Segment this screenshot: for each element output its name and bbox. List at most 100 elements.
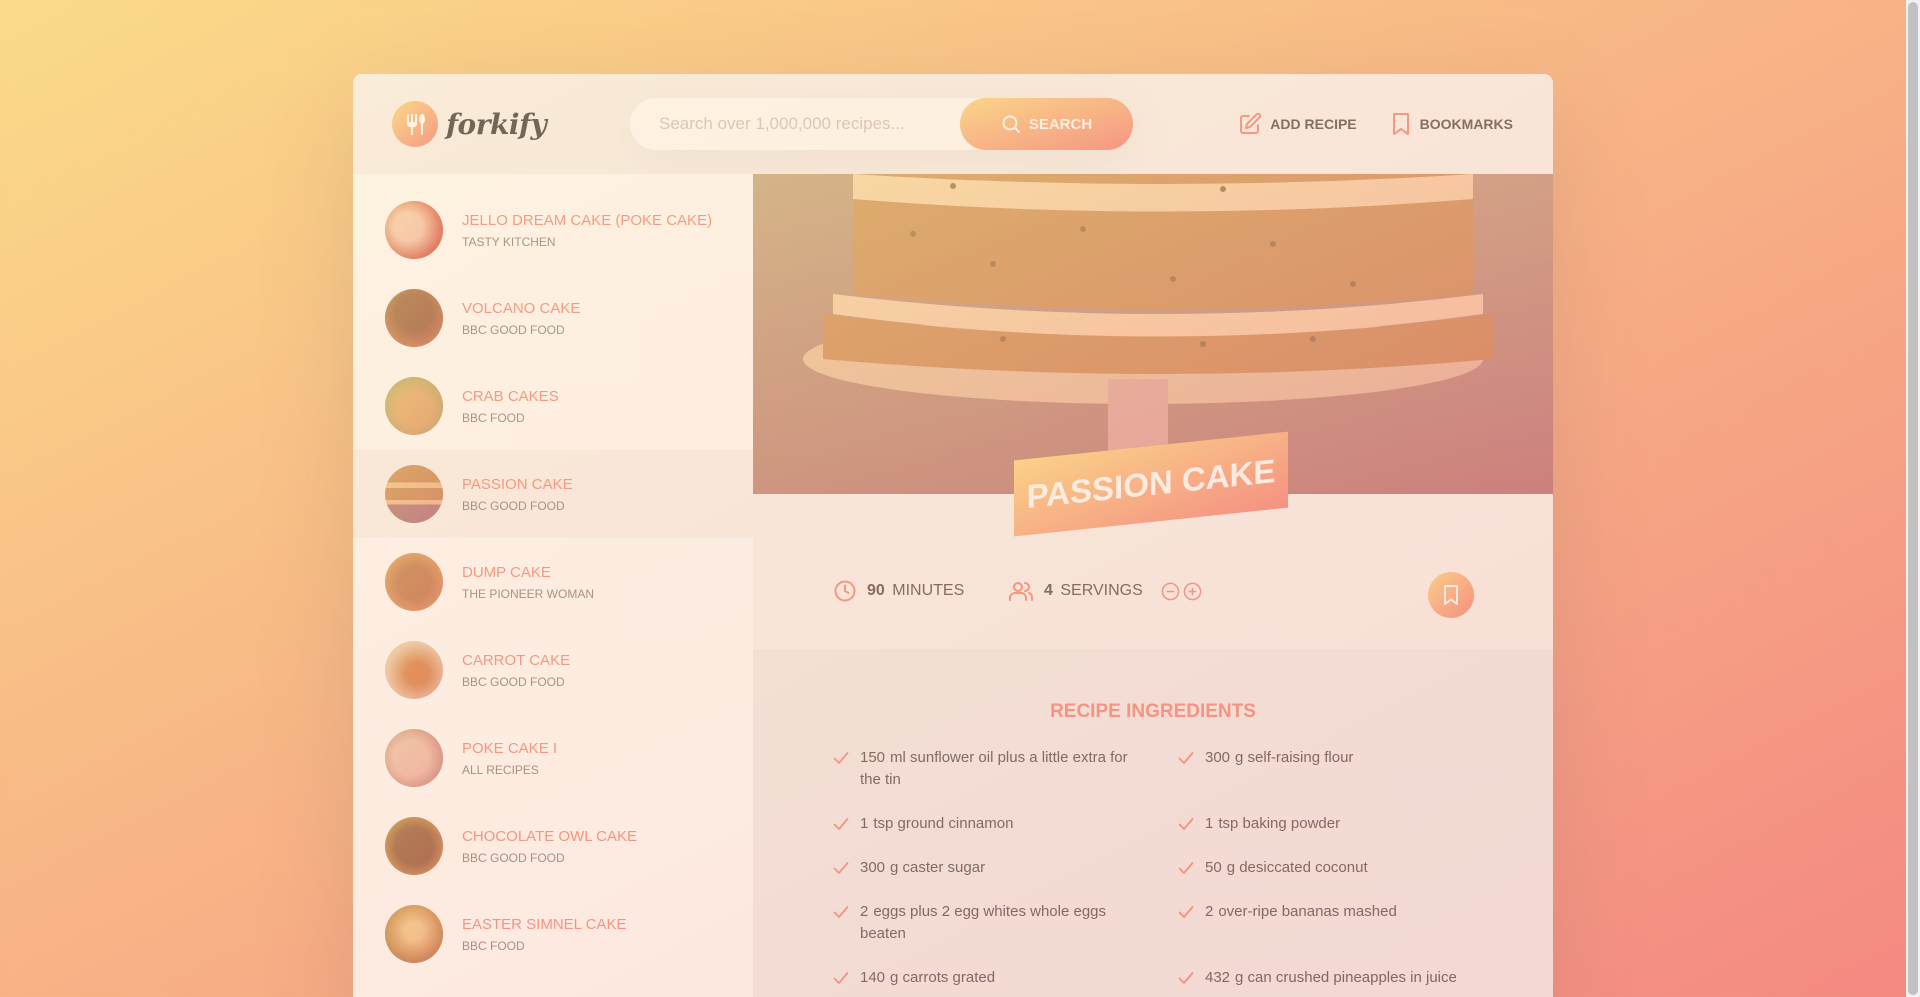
result-info: Dump Cake The Pioneer Woman — [462, 564, 594, 601]
check-icon — [833, 752, 849, 764]
logo[interactable]: forkify — [392, 101, 547, 147]
scrollbar-thumb[interactable] — [1908, 2, 1918, 995]
search-results: Jello Dream Cake (Poke Cake) Tasty Kitch… — [353, 174, 753, 997]
bookmark-icon — [1444, 585, 1458, 605]
result-info: Crab Cakes BBC Food — [462, 388, 559, 425]
ingredient-description: eggs plus 2 egg whites whole eggs beaten — [860, 903, 1106, 942]
fork-spoon-icon — [392, 101, 438, 147]
result-title: Dump Cake — [462, 563, 551, 581]
bookmark-button[interactable] — [1428, 572, 1474, 618]
result-info: Chocolate Owl Cake BBC Good Food — [462, 828, 637, 865]
ingredient-quantity: 1 — [1205, 815, 1214, 832]
check-icon — [1178, 972, 1194, 984]
result-thumbnail — [385, 905, 443, 963]
ingredient-description: g can crushed pineapples in juice — [1235, 969, 1457, 986]
nav: Add recipe Bookmarks — [1238, 112, 1513, 136]
add-recipe-label: Add recipe — [1270, 116, 1357, 132]
result-item[interactable]: Jello Dream Cake (Poke Cake) Tasty Kitch… — [353, 186, 753, 274]
search-input[interactable] — [630, 114, 950, 134]
result-thumbnail — [385, 553, 443, 611]
ingredient-description: ml sunflower oil plus a little extra for… — [860, 749, 1128, 788]
ingredient-quantity: 432 — [1205, 969, 1231, 986]
result-publisher: BBC Food — [462, 410, 525, 425]
result-item[interactable]: Chocolate Owl Cake BBC Good Food — [353, 802, 753, 890]
result-publisher: BBC Good Food — [462, 674, 565, 689]
ingredient-description: g self-raising flour — [1235, 749, 1354, 766]
ingredient-quantity: 300 — [1205, 749, 1231, 766]
servings: 4 servings — [1008, 579, 1202, 603]
bookmark-icon — [1392, 113, 1409, 135]
servings-unit: servings — [1060, 582, 1143, 599]
ingredient-description: tsp ground cinnamon — [873, 815, 1014, 832]
result-publisher: Tasty Kitchen — [462, 234, 556, 249]
result-thumbnail — [385, 201, 443, 259]
result-info: Volcano Cake BBC Good Food — [462, 300, 580, 337]
ingredient-item: 432 g can crushed pineapples in juice — [1178, 967, 1513, 989]
recipe-view: Passion Cake 90 minutes — [753, 174, 1553, 997]
check-icon — [1178, 818, 1194, 830]
ingredient-item: 300 g self-raising flour — [1178, 747, 1513, 791]
result-info: Carrot Cake BBC Good Food — [462, 652, 570, 689]
result-title: Jello Dream Cake (Poke Cake) — [462, 211, 713, 229]
cooking-time-unit: minutes — [892, 582, 965, 599]
add-recipe-button[interactable]: Add recipe — [1238, 112, 1357, 136]
cooking-time-value: 90 — [867, 582, 885, 599]
result-thumbnail — [385, 377, 443, 435]
ingredient-list: 150 ml sunflower oil plus a little extra … — [833, 747, 1513, 997]
bookmarks-label: Bookmarks — [1419, 116, 1513, 132]
users-icon — [1009, 582, 1034, 601]
ingredient-description: over-ripe bananas mashed — [1218, 903, 1397, 920]
result-item[interactable]: Volcano Cake BBC Good Food — [353, 274, 753, 362]
result-item[interactable]: Easter Simnel Cake BBC Food — [353, 890, 753, 978]
cooking-time: 90 minutes — [833, 579, 964, 603]
result-publisher: BBC Good Food — [462, 850, 565, 865]
servings-value: 4 — [1044, 582, 1053, 599]
ingredient-item: 1 tsp ground cinnamon — [833, 813, 1168, 835]
result-info: Passion Cake BBC Good Food — [462, 476, 573, 513]
result-info: Easter Simnel Cake BBC Food — [462, 916, 627, 953]
result-publisher: All Recipes — [462, 762, 539, 777]
ingredient-item: 140 g carrots grated — [833, 967, 1168, 989]
result-title: Carrot Cake — [462, 651, 571, 669]
result-item[interactable]: Poke Cake I All Recipes — [353, 714, 753, 802]
search-button[interactable]: Search — [960, 98, 1133, 150]
result-item[interactable]: Crab Cakes BBC Food — [353, 362, 753, 450]
ingredients-heading: Recipe ingredients — [1050, 701, 1256, 722]
clock-icon — [834, 580, 856, 602]
plus-circle-icon[interactable] — [1183, 582, 1202, 601]
result-item[interactable]: Dump Cake The Pioneer Woman — [353, 538, 753, 626]
minus-circle-icon[interactable] — [1161, 582, 1180, 601]
result-item[interactable]: Carrot Cake BBC Good Food — [353, 626, 753, 714]
result-title: Passion Cake — [462, 475, 573, 493]
result-title: Crab Cakes — [462, 387, 559, 405]
search-button-label: Search — [1028, 115, 1093, 133]
ingredient-item: 1 tsp baking powder — [1178, 813, 1513, 835]
result-thumbnail — [385, 289, 443, 347]
recipe-ingredients: Recipe ingredients 150 ml sunflower oil p… — [753, 649, 1553, 997]
ingredient-description: g carrots grated — [890, 969, 996, 986]
check-icon — [833, 818, 849, 830]
ingredient-quantity: 1 — [860, 815, 869, 832]
edit-icon — [1240, 112, 1262, 134]
check-icon — [833, 862, 849, 874]
result-thumbnail — [385, 641, 443, 699]
ingredient-description: tsp baking powder — [1218, 815, 1341, 832]
result-item-active[interactable]: Passion Cake BBC Good Food — [353, 450, 753, 538]
header: forkify Search Add recipe — [353, 74, 1553, 174]
result-publisher: BBC Good Food — [462, 498, 565, 513]
ingredient-quantity: 50 — [1205, 859, 1222, 876]
result-publisher: BBC Food — [462, 938, 525, 953]
app-container: forkify Search Add recipe — [353, 74, 1553, 997]
ingredient-quantity: 150 — [860, 749, 886, 766]
check-icon — [1178, 906, 1194, 918]
check-icon — [833, 906, 849, 918]
result-publisher: The Pioneer Woman — [462, 586, 595, 601]
logo-text: forkify — [446, 107, 547, 141]
ingredient-description: g caster sugar — [890, 859, 986, 876]
ingredient-item: 2 eggs plus 2 egg whites whole eggs beate… — [833, 901, 1168, 945]
result-title: Easter Simnel Cake — [462, 915, 627, 933]
ingredient-item: 150 ml sunflower oil plus a little extra … — [833, 747, 1168, 791]
page-scrollbar[interactable] — [1906, 0, 1920, 997]
ingredient-quantity: 300 — [860, 859, 886, 876]
bookmarks-button[interactable]: Bookmarks — [1390, 112, 1513, 136]
